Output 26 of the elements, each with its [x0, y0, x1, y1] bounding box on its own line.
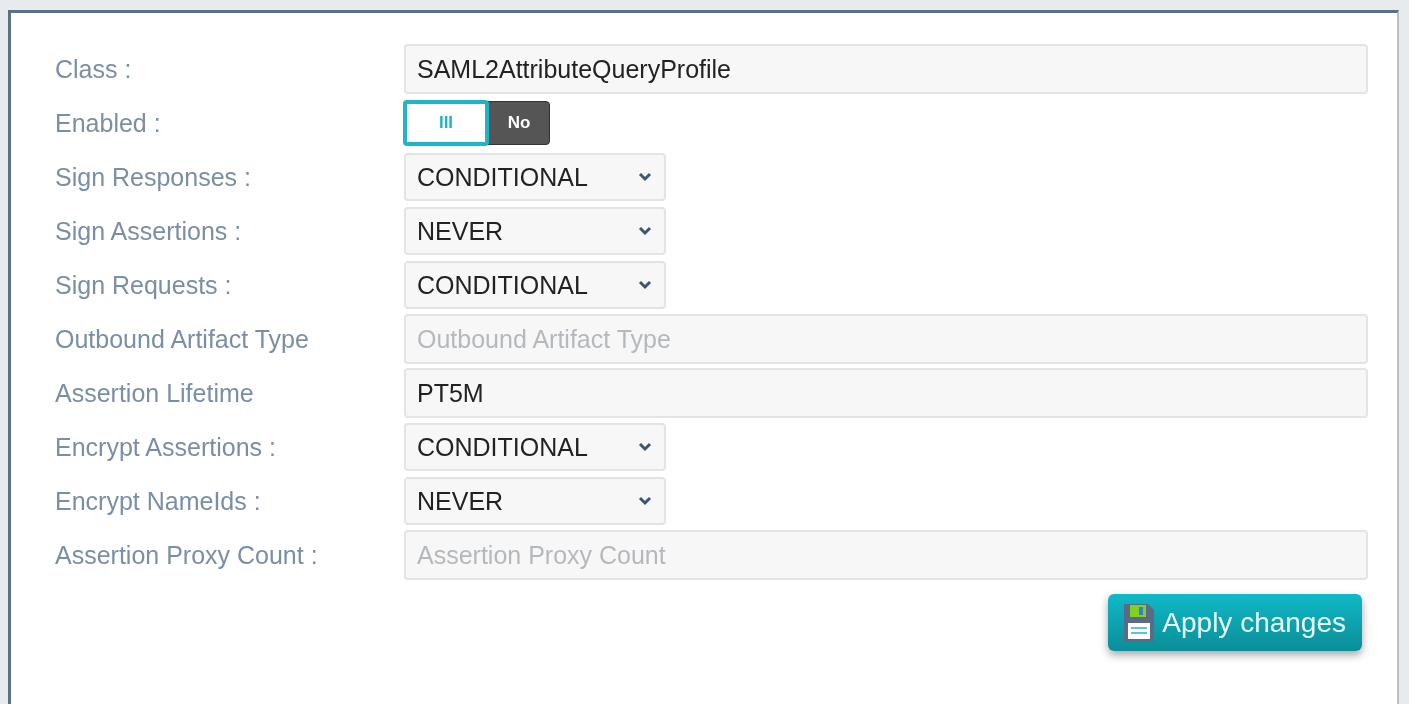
input-field[interactable]: Outbound Artifact Type: [404, 314, 1368, 364]
dropdown[interactable]: NEVER: [404, 207, 666, 255]
dropdown[interactable]: CONDITIONAL: [404, 261, 666, 309]
dropdown[interactable]: CONDITIONAL: [404, 153, 666, 201]
field-label: Encrypt NameIds :: [55, 486, 262, 516]
chevron-down-icon: [638, 496, 652, 506]
field-label: Encrypt Assertions :: [55, 432, 277, 462]
field-label: Outbound Artifact Type: [55, 324, 310, 354]
field-label: Enabled :: [55, 108, 162, 138]
input-field[interactable]: SAML2AttributeQueryProfile: [404, 44, 1368, 94]
toggle-text: No: [506, 112, 532, 134]
chevron-down-icon: [638, 442, 652, 452]
chevron-down-icon: [638, 280, 652, 290]
field-label: Assertion Lifetime: [55, 378, 255, 408]
input-field[interactable]: Assertion Proxy Count: [404, 530, 1368, 580]
field-label: Sign Requests :: [55, 270, 233, 300]
chevron-down-icon: [638, 226, 652, 236]
input-field[interactable]: PT5M: [404, 368, 1368, 418]
field-label: Sign Assertions :: [55, 216, 243, 246]
dropdown[interactable]: CONDITIONAL: [404, 423, 666, 471]
field-label: Sign Responses :: [55, 162, 252, 192]
field-label: Assertion Proxy Count :: [55, 540, 319, 570]
dropdown[interactable]: NEVER: [404, 477, 666, 525]
field-label: Class :: [55, 54, 133, 84]
toggle-switch[interactable]: III No: [404, 101, 550, 145]
chevron-down-icon: [638, 172, 652, 182]
